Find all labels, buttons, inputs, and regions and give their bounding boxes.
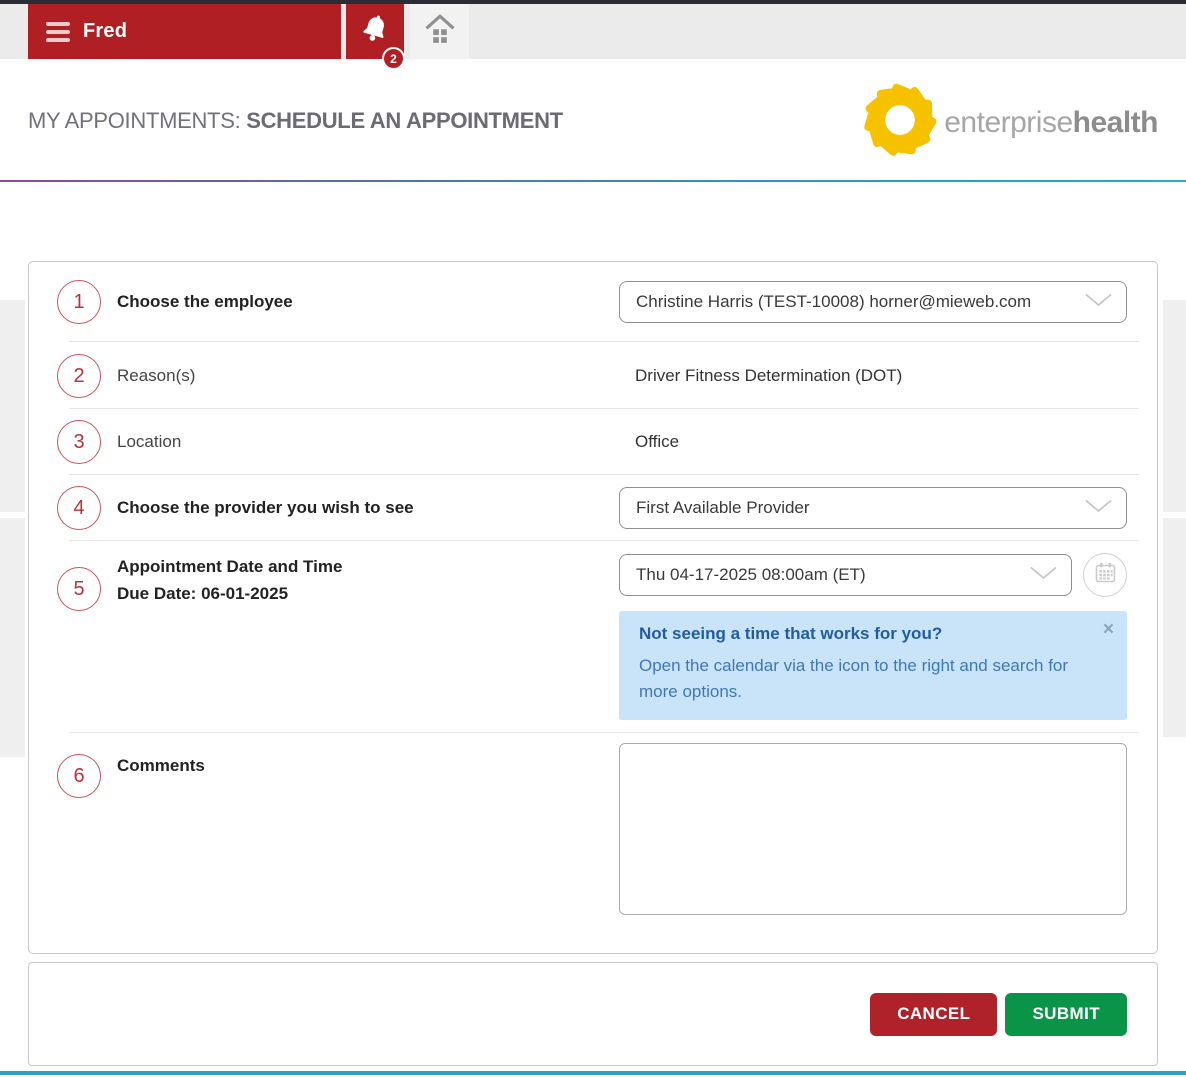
datetime-select[interactable]: Thu 04-17-2025 08:00am (ET) [619,554,1072,596]
user-name: Fred [83,20,127,43]
chevron-down-icon [1085,499,1112,518]
main-menu-button[interactable]: Fred [28,4,341,59]
step-3-number: 3 [57,420,101,464]
close-icon[interactable]: × [1103,620,1114,639]
step-1-number: 1 [57,280,101,324]
form-step-location: 3 Location Office [29,409,1157,475]
enterprise-health-logo: enterprisehealth [862,82,1158,163]
notification-bell-icon [359,13,391,50]
logo-wordmark: enterprisehealth [944,106,1158,140]
home-icon [423,12,457,51]
home-button[interactable] [410,4,469,59]
notice-title: Not seeing a time that works for you? [639,624,1111,644]
step-6-number: 6 [57,754,101,798]
step-3-label: Location [117,432,619,452]
header-divider-gradient [0,180,1186,182]
due-date-label: Due Date: 06-01-2025 [117,584,619,604]
notice-body: Open the calendar via the icon to the ri… [639,653,1075,705]
page-title-main: SCHEDULE AN APPOINTMENT [246,108,563,133]
form-step-comments: 6 Comments [29,733,1157,952]
background-band [1163,518,1186,737]
logo-word-health: health [1073,106,1158,139]
step-2-label: Reason(s) [117,366,619,386]
submit-button[interactable]: SUBMIT [1005,993,1127,1036]
reasons-value: Driver Fitness Determination (DOT) [619,366,1127,386]
background-band [1163,300,1186,512]
form-step-employee: 1 Choose the employee Christine Harris (… [29,262,1157,342]
step-5-label: Appointment Date and Time [117,557,619,577]
form-step-datetime: 5 Appointment Date and Time Due Date: 06… [29,541,1157,733]
provider-select[interactable]: First Available Provider [619,487,1127,529]
page-title-prefix: MY APPOINTMENTS: [28,108,246,133]
chevron-down-icon [1085,293,1112,312]
employee-select[interactable]: Christine Harris (TEST-10008) horner@mie… [619,281,1127,323]
page-title: MY APPOINTMENTS: SCHEDULE AN APPOINTMENT [28,108,563,134]
background-band [0,300,25,512]
chevron-down-icon [1030,566,1057,585]
employee-select-value: Christine Harris (TEST-10008) horner@mie… [636,292,1031,312]
form-action-bar: CANCEL SUBMIT [28,962,1158,1066]
time-notice-box: Not seeing a time that works for you? Op… [619,611,1127,720]
step-4-number: 4 [57,486,101,530]
sunflower-logo-icon [862,82,938,163]
step-2-number: 2 [57,354,101,398]
notification-count-badge[interactable]: 2 [382,47,405,70]
provider-select-value: First Available Provider [636,498,810,518]
background-band [0,518,25,757]
datetime-select-value: Thu 04-17-2025 08:00am (ET) [636,565,866,585]
appointment-form-card: 1 Choose the employee Christine Harris (… [28,261,1158,954]
step-5-number: 5 [57,567,101,611]
form-step-reasons: 2 Reason(s) Driver Fitness Determination… [29,342,1157,409]
bottom-accent-bar [0,1071,1186,1075]
comments-textarea[interactable] [619,743,1127,915]
step-6-label: Comments [117,756,619,776]
cancel-button[interactable]: CANCEL [870,993,997,1036]
step-4-label: Choose the provider you wish to see [117,498,619,518]
hamburger-icon [46,22,70,42]
form-step-provider: 4 Choose the provider you wish to see Fi… [29,475,1157,541]
logo-word-enterprise: enterprise [944,106,1072,139]
calendar-icon [1095,562,1116,588]
header-bar: Fred [0,4,1186,59]
step-1-label: Choose the employee [117,292,619,312]
open-calendar-button[interactable] [1083,553,1127,597]
location-value: Office [619,432,1127,452]
